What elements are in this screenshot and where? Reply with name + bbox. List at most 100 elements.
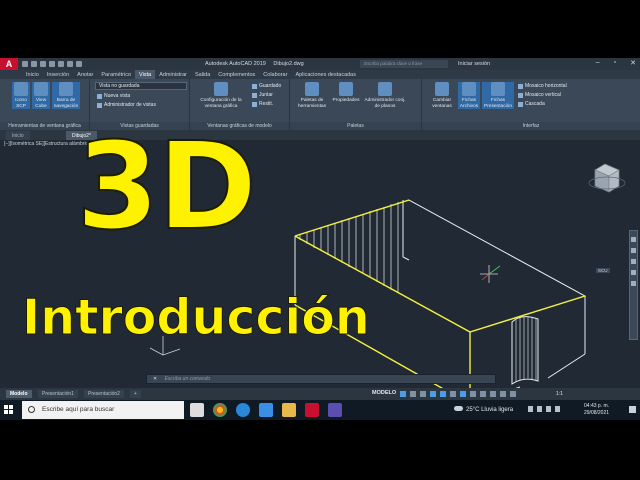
redo-icon[interactable] [76,61,82,67]
tab-anotar[interactable]: Anotar [73,70,97,79]
close-command-line-icon[interactable]: ✕ [153,376,157,382]
named-viewports-button[interactable]: Guardado [252,83,281,90]
doc-tab-inicio[interactable]: Inicio [6,131,30,140]
tile-horizontal-button[interactable]: Mosaico horizontal [518,83,567,90]
autocad-logo[interactable]: A [0,58,18,70]
plot-icon[interactable] [58,61,64,67]
nav-bar-icon [59,82,73,96]
layout-tab-presentacion2[interactable]: Presentación2 [84,390,124,398]
join-viewports-button[interactable]: Juntar [252,92,273,99]
command-input[interactable]: Escriba un comando [165,376,211,382]
orbit-icon[interactable] [631,270,636,275]
chevron-up-icon[interactable] [528,406,533,412]
network-icon[interactable] [537,406,542,412]
grid-icon[interactable] [400,391,406,397]
add-layout-button[interactable]: + [130,390,141,398]
store-icon[interactable] [259,403,273,417]
otrack-icon[interactable] [450,391,456,397]
status-bar: Modelo Presentación1 Presentación2 + MOD… [0,388,640,400]
pan-icon[interactable] [631,248,636,253]
annotation-scale[interactable]: 1:1 [556,391,563,397]
task-view-icon[interactable] [190,403,204,417]
full-navigation-wheel-icon[interactable] [631,237,636,242]
annotation-icon[interactable] [510,391,516,397]
nav-bar-button[interactable]: Barra de navegación [52,82,80,109]
isodraft-icon[interactable] [440,391,446,397]
sign-in-button[interactable]: Iniciar sesión [458,61,490,67]
undo-icon[interactable] [67,61,73,67]
open-icon[interactable] [31,61,37,67]
tab-parametrico[interactable]: Paramétrico [97,70,135,79]
layout-tab-presentacion1[interactable]: Presentación1 [38,390,78,398]
tab-complementos[interactable]: Complementos [214,70,259,79]
clock-time: 04:43 p. m. [584,403,610,409]
switch-windows-button[interactable]: Cambiar ventanas [428,82,456,109]
minimize-icon[interactable]: – [596,59,600,67]
notification-icon[interactable] [629,406,636,413]
maximize-icon[interactable]: ▫ [614,59,616,67]
autocad-taskbar-icon[interactable] [305,403,319,417]
save-as-icon[interactable] [49,61,55,67]
file-explorer-icon[interactable] [282,403,296,417]
new-view-button[interactable]: Nueva vista [97,93,130,100]
chrome-icon[interactable] [213,403,227,417]
current-view-dropdown[interactable]: Vista no guardada [95,82,187,90]
tab-colaborar[interactable]: Colaborar [259,70,291,79]
osnap-icon[interactable] [460,391,466,397]
windows-start-icon[interactable] [4,405,14,415]
view-manager-icon [97,103,102,108]
view-manager-button[interactable]: Administrador de vistas [97,102,156,109]
cloud-rain-icon [454,406,463,411]
tool-palettes-icon [305,82,319,96]
dynamic-ucs-icon[interactable] [500,391,506,397]
showmotion-icon[interactable] [631,281,636,286]
screen-recorder-icon[interactable] [328,403,342,417]
language-icon[interactable] [555,406,560,412]
polar-icon[interactable] [430,391,436,397]
wcs-badge[interactable]: SCU [596,268,610,273]
ortho-icon[interactable] [420,391,426,397]
selection-cycling-icon[interactable] [490,391,496,397]
taskbar-search-input[interactable]: Escribe aquí para buscar [22,401,184,419]
transparency-icon[interactable] [480,391,486,397]
file-tabs-button[interactable]: Fichas Archivos [458,82,480,109]
sheet-set-button[interactable]: Administrador conj. de planos [362,82,408,109]
lineweight-icon[interactable] [470,391,476,397]
view-cube[interactable] [588,163,626,193]
ucs-icon-button[interactable]: Icono SCP [12,82,30,109]
zoom-icon[interactable] [631,259,636,264]
restore-viewports-button[interactable]: Restit. [252,101,273,108]
volume-icon[interactable] [546,406,551,412]
command-line[interactable]: ✕ Escriba un comando [146,374,496,384]
tab-salida[interactable]: Salida [191,70,214,79]
tab-insercion[interactable]: Inserción [43,70,73,79]
interface-group: Cambiar ventanas Fichas Archivos Fichas … [422,79,640,130]
tab-inicio[interactable]: Inicio [22,70,43,79]
view-cube-button[interactable]: View Cube [32,82,50,109]
close-icon[interactable]: ✕ [630,59,636,67]
weather-widget[interactable]: 25°C Lluvia ligera [454,406,513,413]
properties-button[interactable]: Propiedades [330,82,362,104]
file-tabs-icon [462,82,476,96]
navigation-bar [629,230,638,340]
tile-vertical-label: Mosaico vertical [525,92,561,98]
snap-icon[interactable] [410,391,416,397]
viewport-config-button[interactable]: Configuración de la ventana gráfica [194,82,248,109]
tool-palettes-button[interactable]: Paletas de herramientas [294,82,330,109]
tab-aplicaciones[interactable]: Aplicaciones destacadas [291,70,360,79]
taskbar-clock[interactable]: 04:43 p. m. 29/08/2021 [584,403,609,417]
tab-vista[interactable]: Vista [135,70,156,79]
layout-tabs-button[interactable]: Fichas Presentación [482,82,514,109]
cascade-button[interactable]: Cascada [518,101,545,108]
edge-icon[interactable] [236,403,250,417]
new-icon[interactable] [22,61,28,67]
model-space-toggle[interactable]: MODELO [372,390,396,396]
app-title: Autodesk AutoCAD 2019 [205,61,266,67]
back-wall-edge [402,200,410,261]
save-icon[interactable] [40,61,46,67]
join-label: Juntar [259,92,273,98]
keyword-search-input[interactable]: Escriba palabra clave o frase [360,60,448,68]
tile-vertical-button[interactable]: Mosaico vertical [518,92,561,99]
layout-tab-model[interactable]: Modelo [6,390,32,398]
tab-administrar[interactable]: Administrar [155,70,191,79]
